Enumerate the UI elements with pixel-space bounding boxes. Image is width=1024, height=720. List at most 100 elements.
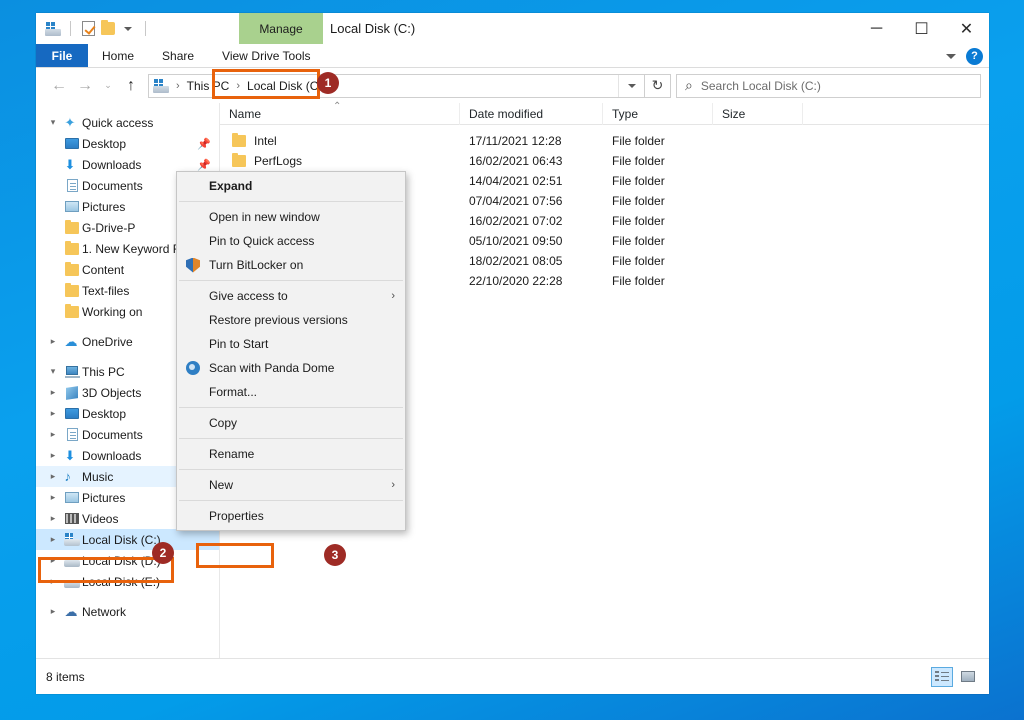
qat-divider-1 [70, 21, 71, 36]
back-button[interactable]: ← [46, 73, 72, 99]
context-menu-item-properties-label: Properties [209, 509, 264, 523]
chevron-down-icon[interactable] [946, 54, 956, 59]
tab-home[interactable]: Home [88, 44, 148, 67]
contextual-tab-group-manage[interactable]: Manage [239, 13, 323, 44]
drive-icon[interactable] [43, 19, 63, 39]
table-row[interactable]: Intel 17/11/2021 12:28 File folder [220, 131, 989, 151]
pictures-icon [62, 492, 82, 503]
sidebar-item-local-disk-c[interactable]: ▸ Local Disk (C:) [36, 529, 219, 550]
context-menu-item-pin-to-quick-access[interactable]: Pin to Quick access [177, 229, 405, 253]
properties-icon[interactable] [78, 19, 98, 39]
chevron-down-icon[interactable]: ▾ [44, 117, 62, 128]
3d-objects-icon [62, 387, 82, 399]
breadcrumb-item-this-pc[interactable]: This PC [183, 75, 234, 97]
refresh-icon: ↻ [652, 77, 664, 94]
sidebar-item-network[interactable]: ▸ ☁ Network [36, 601, 219, 622]
context-menu-item-new[interactable]: New › [177, 473, 405, 497]
file-row-name: PerfLogs [220, 154, 460, 168]
context-menu-item-copy[interactable]: Copy [177, 411, 405, 435]
context-menu-item-give-access-to[interactable]: Give access to › [177, 284, 405, 308]
search-box[interactable]: ⌕ Search Local Disk (C:) [676, 74, 981, 98]
cloud-icon: ☁ [62, 335, 82, 349]
file-row-type: File folder [603, 154, 713, 168]
details-view-button[interactable] [931, 667, 953, 687]
folder-icon [62, 285, 82, 297]
sidebar-item-local-disk-e[interactable]: ▸ Local Disk (E:) [36, 571, 219, 592]
sidebar-item-new-keyword-label: 1. New Keyword R [82, 242, 181, 256]
pin-icon[interactable]: 📌 [197, 137, 211, 150]
chevron-right-icon[interactable]: ▸ [44, 576, 62, 587]
context-menu-separator [179, 280, 403, 281]
chevron-right-icon[interactable]: ▸ [44, 387, 62, 398]
ribbon-right-controls: ? [946, 44, 983, 68]
chevron-right-icon[interactable]: ▸ [44, 336, 62, 347]
sidebar-item-desktop[interactable]: Desktop 📌 [36, 133, 219, 154]
folder-icon [232, 155, 246, 167]
sidebar-item-text-files-label: Text-files [82, 284, 129, 298]
context-menu-item-give-access-to-label: Give access to [209, 289, 288, 303]
documents-icon [62, 428, 82, 441]
context-menu-separator [179, 438, 403, 439]
breadcrumb-dropdown-button[interactable] [618, 75, 644, 97]
context-menu-separator [179, 201, 403, 202]
column-header-date-modified[interactable]: Date modified [460, 103, 603, 125]
context-menu-item-rename[interactable]: Rename [177, 442, 405, 466]
chevron-right-icon[interactable]: ▸ [44, 555, 62, 566]
up-button[interactable]: ↑ [118, 73, 144, 99]
breadcrumb-root-icon[interactable] [149, 75, 173, 97]
large-icons-view-button[interactable] [957, 667, 979, 687]
context-menu-item-restore-previous-versions[interactable]: Restore previous versions [177, 308, 405, 332]
forward-button[interactable]: → [72, 73, 98, 99]
column-header-type[interactable]: Type [603, 103, 713, 125]
chevron-right-icon[interactable]: ▸ [44, 492, 62, 503]
breadcrumb[interactable]: › This PC › Local Disk (C:) [148, 74, 645, 98]
close-button[interactable]: ✕ [944, 13, 989, 44]
customize-qat-caret-icon[interactable] [118, 19, 138, 39]
sidebar-item-quick-access[interactable]: ▾ ✦ Quick access [36, 112, 219, 133]
context-menu-item-scan-with-panda-dome[interactable]: Scan with Panda Dome [177, 356, 405, 380]
context-menu-item-open-in-new-window[interactable]: Open in new window [177, 205, 405, 229]
chevron-right-icon[interactable]: ▸ [44, 513, 62, 524]
table-row[interactable]: PerfLogs 16/02/2021 06:43 File folder [220, 151, 989, 171]
chevron-right-icon[interactable]: ▸ [44, 429, 62, 440]
context-menu-item-pin-to-start[interactable]: Pin to Start [177, 332, 405, 356]
maximize-button[interactable]: ☐ [899, 13, 944, 44]
chevron-right-icon[interactable]: ▸ [44, 408, 62, 419]
chevron-right-icon[interactable]: ▸ [44, 471, 62, 482]
column-header-date-modified-label: Date modified [469, 107, 543, 121]
sidebar-item-local-disk-e-label: Local Disk (E:) [82, 575, 160, 589]
file-row-type: File folder [603, 214, 713, 228]
help-icon[interactable]: ? [966, 48, 983, 65]
column-header-name[interactable]: Name ⌃ [220, 103, 460, 125]
sidebar-item-3d-objects-label: 3D Objects [82, 386, 141, 400]
context-menu-item-format[interactable]: Format... [177, 380, 405, 404]
search-input[interactable]: Search Local Disk (C:) [701, 79, 821, 93]
item-count-label: 8 items [46, 670, 85, 684]
recent-locations-button[interactable]: ⌄ [98, 73, 118, 99]
tab-file[interactable]: File [36, 44, 88, 67]
refresh-button[interactable]: ↻ [645, 74, 671, 98]
tab-drive-tools[interactable]: Drive Tools [239, 44, 323, 68]
minimize-button[interactable]: ─ [854, 13, 899, 44]
chevron-down-icon[interactable]: ▾ [44, 366, 62, 377]
context-menu-item-turn-bitlocker-on[interactable]: Turn BitLocker on [177, 253, 405, 277]
panda-icon [185, 360, 201, 376]
column-header-size-label: Size [722, 107, 745, 121]
chevron-right-icon[interactable]: ▸ [44, 450, 62, 461]
address-bar: ← → ⌄ ↑ › This PC › Local Disk (C:) [36, 68, 989, 103]
sidebar-item-local-disk-d[interactable]: ▸ Local Disk (D:) [36, 550, 219, 571]
help-label: ? [971, 50, 978, 62]
file-row-date: 22/10/2020 22:28 [460, 274, 603, 288]
new-folder-icon[interactable] [98, 19, 118, 39]
chevron-right-icon[interactable]: ▸ [44, 534, 62, 545]
drive-icon [62, 554, 82, 567]
tab-share[interactable]: Share [148, 44, 208, 67]
drive-icon [62, 575, 82, 588]
context-menu-item-restore-previous-versions-label: Restore previous versions [209, 313, 348, 327]
column-header-size[interactable]: Size [713, 103, 803, 125]
pin-icon[interactable]: 📌 [197, 158, 211, 171]
maximize-icon: ☐ [914, 19, 928, 39]
chevron-right-icon[interactable]: ▸ [44, 606, 62, 617]
context-menu-item-properties[interactable]: Properties [177, 504, 405, 528]
context-menu-item-expand[interactable]: Expand [177, 174, 405, 198]
